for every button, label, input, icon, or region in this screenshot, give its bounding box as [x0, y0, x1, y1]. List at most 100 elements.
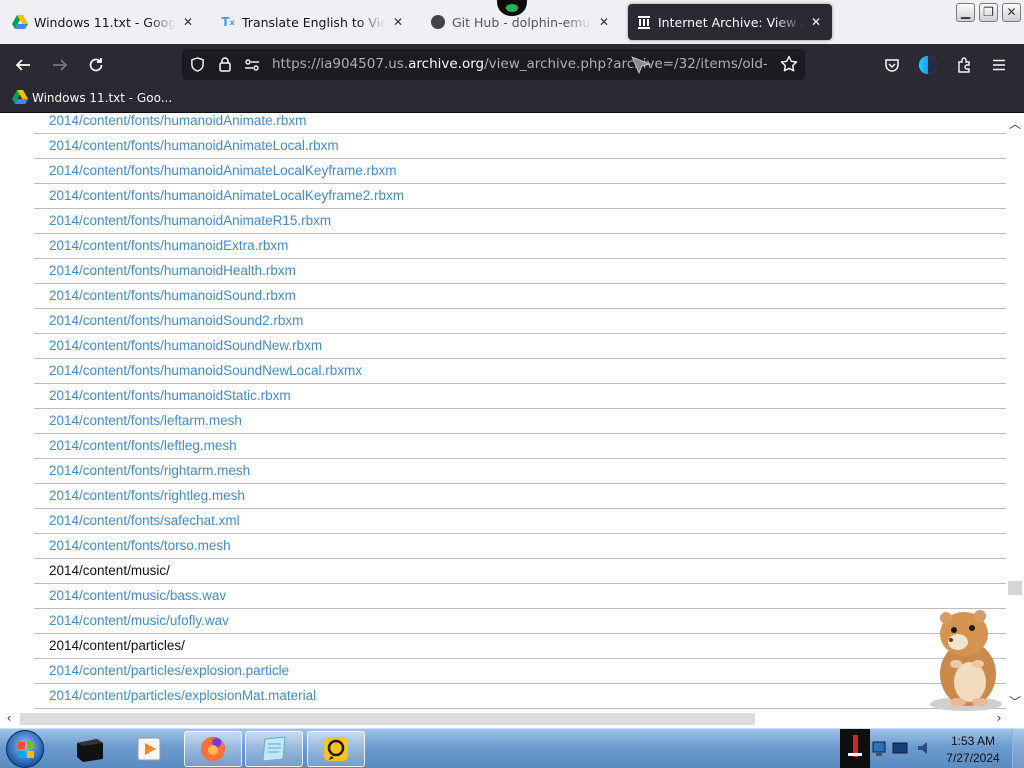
url-suffix: /view_archive.php?archive=/32/items/old-… [484, 56, 767, 72]
file-link[interactable]: 2014/content/fonts/humanoidSoundNewLocal… [49, 363, 362, 378]
file-link[interactable]: 2014/content/music/bass.wav [49, 588, 226, 603]
taskbar-clock[interactable]: 1:53 AM 7/27/2024 [936, 733, 1010, 767]
directory-row: 2014/content/particles/ [34, 634, 1006, 659]
close-tab-icon[interactable]: ✕ [808, 15, 824, 29]
windows-logo-icon [18, 742, 34, 758]
permissions-icon[interactable] [244, 57, 260, 76]
file-link[interactable]: 2014/content/music/ufofly.wav [49, 613, 229, 628]
file-row: 2014/content/fonts/humanoidStatic.rbxm [34, 384, 1006, 409]
file-row: 2014/content/fonts/humanoidSoundNewLocal… [34, 359, 1006, 384]
file-row: 2014/content/fonts/humanoidSoundNew.rbxm [34, 334, 1006, 359]
lock-icon[interactable] [218, 56, 232, 76]
taskbar-item-chat-app[interactable] [307, 731, 365, 767]
taskbar-item-terminal[interactable] [60, 731, 118, 767]
file-link[interactable]: 2014/content/particles/explosion.particl… [49, 663, 289, 678]
directory-label: 2014/content/music/ [49, 563, 170, 578]
horizontal-scrollbar[interactable]: ‹ › [0, 710, 1024, 728]
notepad-icon [262, 736, 286, 762]
file-link[interactable]: 2014/content/fonts/safechat.xml [49, 513, 240, 528]
menu-button[interactable] [986, 52, 1012, 78]
back-arrow-icon [15, 59, 30, 71]
file-link[interactable]: 2014/content/fonts/humanoidSoundNew.rbxm [49, 338, 322, 353]
file-link[interactable]: 2014/content/fonts/humanoidAnimate.rbxm [49, 113, 306, 128]
volume-icon[interactable] [916, 739, 932, 761]
taskbar-item-media-player[interactable] [120, 731, 178, 767]
tab-internet-archive[interactable]: Internet Archive: View Archive ✕ [628, 4, 832, 40]
archive-icon [636, 14, 652, 30]
address-bar[interactable]: https://ia904507.us.archive.org/view_arc… [182, 49, 805, 80]
file-link[interactable]: 2014/content/fonts/humanoidAnimateLocal.… [49, 138, 339, 153]
close-window-button[interactable]: ✕ [1002, 3, 1021, 22]
forward-button[interactable] [47, 52, 73, 78]
file-row: 2014/content/fonts/humanoidHealth.rbxm [34, 259, 1006, 284]
close-tab-icon[interactable]: ✕ [390, 15, 406, 29]
file-row: 2014/content/particles/explosionMat.mate… [34, 684, 1006, 709]
pocket-button[interactable] [879, 52, 905, 78]
start-button[interactable] [6, 730, 44, 768]
close-tab-icon[interactable]: ✕ [180, 15, 196, 29]
file-link[interactable]: 2014/content/fonts/humanoidExtra.rbxm [49, 238, 288, 253]
media-player-icon [137, 737, 161, 761]
file-row: 2014/content/fonts/humanoidSound2.rbxm [34, 309, 1006, 334]
directory-row: 2014/content/music/ [34, 559, 1006, 584]
file-link[interactable]: 2014/content/fonts/leftarm.mesh [49, 413, 242, 428]
file-link[interactable]: 2014/content/fonts/humanoidAnimateR15.rb… [49, 213, 331, 228]
forward-arrow-icon [53, 59, 68, 71]
hamburger-menu-icon [993, 59, 1005, 71]
extensions-button[interactable] [951, 52, 977, 78]
url-text[interactable]: https://ia904507.us.archive.org/view_arc… [272, 49, 767, 80]
account-button[interactable] [915, 52, 941, 78]
google-drive-icon [12, 14, 28, 30]
tab-strip: Windows 11.txt - Google Drive ✕ Tx Trans… [0, 0, 1024, 44]
network-icon[interactable] [872, 741, 886, 761]
minimize-button[interactable]: ▁ [956, 3, 975, 22]
tray-overflow[interactable] [840, 729, 870, 768]
close-tab-icon[interactable]: ✕ [596, 15, 612, 29]
file-link[interactable]: 2014/content/fonts/rightleg.mesh [49, 488, 245, 503]
file-row: 2014/content/music/bass.wav [34, 584, 1006, 609]
google-drive-icon [12, 90, 28, 106]
github-icon [430, 14, 446, 30]
bookmark-item[interactable]: Windows 11.txt - Goo... [12, 90, 172, 106]
back-button[interactable] [10, 52, 36, 78]
scroll-right-icon[interactable]: › [993, 711, 1005, 725]
file-list: 2014/content/fonts/humanoidAnimate.rbxm 2… [34, 113, 1006, 709]
tab-translate[interactable]: Tx Translate English to Vietnamese ✕ [212, 4, 414, 40]
archive-file-listing: 2014/content/fonts/humanoidAnimate.rbxm 2… [0, 113, 1006, 710]
file-link[interactable]: 2014/content/fonts/humanoidAnimateLocalK… [49, 188, 404, 203]
tab-google-drive[interactable]: Windows 11.txt - Google Drive ✕ [4, 4, 204, 40]
bookmarks-toolbar: Windows 11.txt - Goo... [0, 85, 1024, 113]
scroll-up-icon[interactable]: ︿ [1009, 115, 1021, 132]
file-link[interactable]: 2014/content/fonts/rightarm.mesh [49, 463, 250, 478]
restore-button[interactable]: ❐ [979, 3, 998, 22]
file-link[interactable]: 2014/content/fonts/humanoidSound.rbxm [49, 288, 296, 303]
tab-title: Internet Archive: View Archive [658, 14, 804, 30]
file-link[interactable]: 2014/content/fonts/humanoidSound2.rbxm [49, 313, 303, 328]
file-link[interactable]: 2014/content/particles/explosionMat.mate… [49, 688, 316, 703]
directory-label: 2014/content/particles/ [49, 638, 185, 653]
file-link[interactable]: 2014/content/fonts/humanoidStatic.rbxm [49, 388, 291, 403]
file-link[interactable]: 2014/content/fonts/leftleg.mesh [49, 438, 237, 453]
scroll-down-icon[interactable]: ﹀ [1009, 693, 1021, 710]
file-link[interactable]: 2014/content/fonts/humanoidAnimateLocalK… [49, 163, 396, 178]
translate-icon: Tx [221, 15, 235, 29]
file-row: 2014/content/fonts/leftleg.mesh [34, 434, 1006, 459]
show-desktop-button[interactable] [1012, 729, 1024, 768]
bookmark-star-icon[interactable] [780, 55, 798, 77]
horizontal-scroll-thumb[interactable] [20, 713, 755, 725]
file-link[interactable]: 2014/content/fonts/torso.mesh [49, 538, 231, 553]
vertical-scroll-thumb[interactable] [1008, 581, 1022, 595]
file-link[interactable]: 2014/content/fonts/humanoidHealth.rbxm [49, 263, 296, 278]
file-row: 2014/content/fonts/torso.mesh [34, 534, 1006, 559]
taskbar-item-firefox[interactable] [184, 731, 242, 767]
scroll-left-icon[interactable]: ‹ [3, 711, 15, 725]
taskbar-item-notepad[interactable] [245, 731, 303, 767]
tab-title: Translate English to Vietnamese [242, 14, 386, 30]
display-icon[interactable] [892, 741, 908, 761]
tracking-shield-icon[interactable] [190, 57, 205, 76]
reload-button[interactable] [83, 52, 109, 78]
file-row: 2014/content/fonts/humanoidAnimateLocal.… [34, 134, 1006, 159]
clock-time: 1:53 AM [950, 734, 996, 748]
hamster-desktop-pet[interactable] [918, 604, 1010, 712]
url-domain: archive.org [408, 56, 485, 72]
